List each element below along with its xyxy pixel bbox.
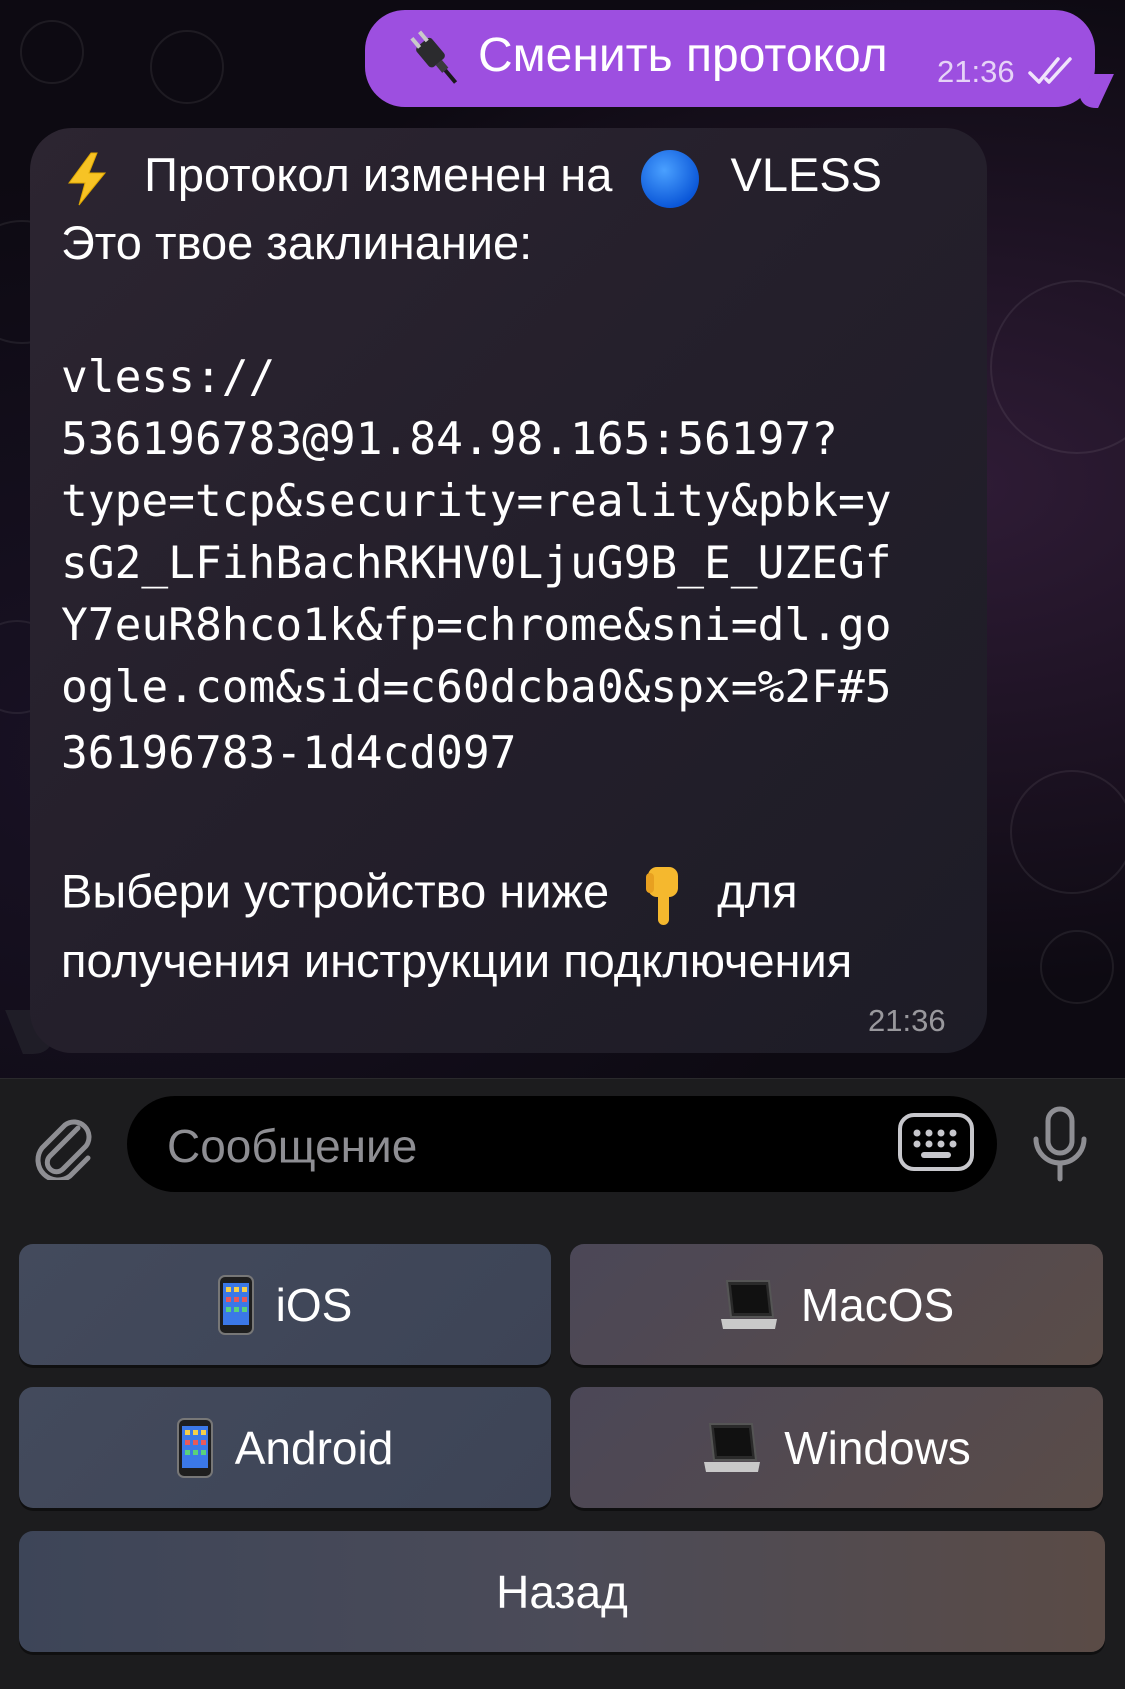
laptop-icon: [704, 1422, 761, 1472]
choose-device-text: Выбери устройство ниже: [61, 864, 610, 918]
microphone-icon[interactable]: [1030, 1105, 1090, 1183]
android-button[interactable]: Android: [19, 1387, 551, 1508]
choose-device-suffix: для: [717, 864, 798, 918]
config-line[interactable]: ogle.com&sid=c60dcba0&spx=%2F#5: [61, 657, 892, 719]
instruction-line: получения инструкции подключения: [61, 934, 853, 987]
choose-device-line: Выбери устройство ниже для: [61, 863, 798, 927]
macos-button[interactable]: MacOS: [570, 1244, 1103, 1365]
windows-button[interactable]: Windows: [570, 1387, 1103, 1508]
phone-icon: [217, 1274, 254, 1335]
read-checkmarks-icon: [1028, 57, 1072, 84]
back-button[interactable]: Назад: [19, 1531, 1105, 1652]
back-button-label: Назад: [496, 1565, 628, 1618]
protocol-changed-text: Протокол изменен на: [144, 148, 613, 201]
config-line[interactable]: vless://: [61, 347, 275, 409]
attach-icon[interactable]: [30, 1110, 96, 1180]
laptop-icon: [720, 1279, 777, 1329]
pointing-down-icon: [646, 867, 679, 925]
config-line[interactable]: 536196783@91.84.98.165:56197?: [61, 409, 838, 471]
keyboard-toggle-icon[interactable]: [897, 1112, 975, 1172]
outgoing-message[interactable]: Сменить протокол 21:36: [365, 10, 1095, 107]
ios-button-label: iOS: [275, 1278, 353, 1331]
outgoing-message-time: 21:36: [937, 54, 1015, 89]
spell-label: Это твое заклинание:: [61, 216, 533, 269]
outgoing-message-text: Сменить протокол: [478, 29, 888, 82]
android-button-label: Android: [234, 1421, 394, 1474]
config-line[interactable]: type=tcp&security=reality&pbk=y: [61, 471, 892, 533]
message-input-placeholder: Сообщение: [167, 1120, 418, 1172]
config-line[interactable]: sG2_LFihBachRKHV0LjuG9B_E_UZEGf: [61, 533, 892, 595]
windows-button-label: Windows: [784, 1421, 971, 1474]
phone-icon: [176, 1417, 213, 1478]
config-line[interactable]: 36196783-1d4cd097: [61, 723, 516, 785]
ios-button[interactable]: iOS: [19, 1244, 551, 1365]
protocol-changed-line: Протокол изменен на VLESS: [61, 147, 882, 210]
incoming-message-time: 21:36: [868, 1003, 946, 1038]
blue-circle-icon: [641, 149, 700, 208]
plug-icon: [410, 30, 458, 84]
macos-button-label: MacOS: [800, 1278, 955, 1331]
config-line[interactable]: Y7euR8hco1k&fp=chrome&sni=dl.go: [61, 595, 892, 657]
lightning-icon: [68, 152, 107, 205]
protocol-name: VLESS: [730, 148, 883, 201]
